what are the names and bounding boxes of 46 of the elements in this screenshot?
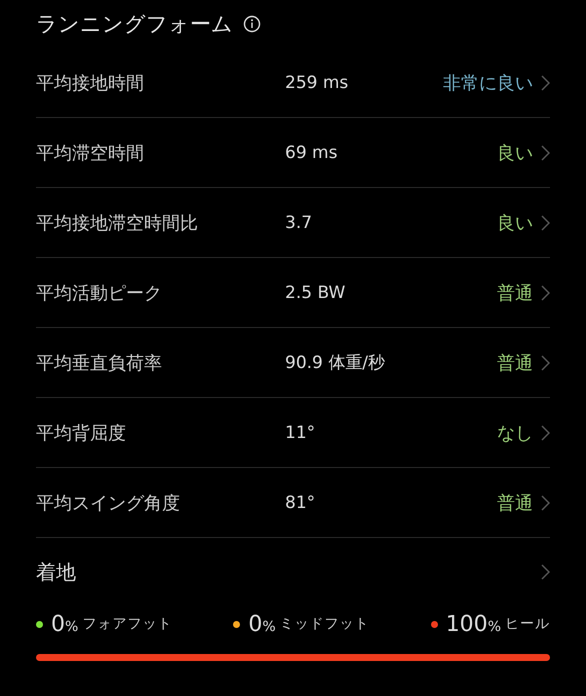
metric-label: 平均背屈度	[36, 422, 127, 444]
metric-label: 平均スイング角度	[36, 492, 181, 514]
metric-row[interactable]: 平均背屈度 11° なし	[36, 398, 550, 468]
rating-label: なし	[497, 422, 533, 444]
metric-row[interactable]: 平均接地時間 259 ms 非常に良い	[36, 48, 550, 118]
landing-label: 着地	[36, 558, 76, 586]
chevron-icon	[541, 354, 550, 370]
chevron-icon	[541, 284, 550, 300]
chevron-icon	[541, 214, 550, 230]
metric-label: 平均垂直負荷率	[36, 352, 163, 374]
metric-value: 3.7	[285, 212, 314, 232]
rating-label: 良い	[497, 142, 533, 164]
legend-label: ミッドフット	[280, 615, 370, 633]
metric-value: 2.5 BW	[285, 282, 346, 302]
metric-label: 平均活動ピーク	[36, 282, 163, 304]
metric-label: 平均接地時間	[36, 72, 145, 94]
metric-row[interactable]: 平均垂直負荷率 90.9 体重/秒 普通	[36, 328, 550, 398]
metric-value: 81°	[285, 492, 316, 512]
info-icon[interactable]	[243, 15, 261, 33]
metric-label: 平均滞空時間	[36, 142, 145, 164]
chevron-icon	[541, 424, 550, 440]
metric-value: 11°	[285, 422, 316, 442]
rating-label: 良い	[497, 212, 533, 234]
metric-row[interactable]: 平均スイング角度 81° 普通	[36, 468, 550, 538]
metric-value: 69 ms	[285, 142, 338, 162]
metric-row[interactable]: 平均滞空時間 69 ms 良い	[36, 118, 550, 188]
chevron-icon	[541, 494, 550, 510]
chevron-icon	[541, 564, 550, 580]
percent-value: 100%	[446, 612, 501, 636]
landing-row[interactable]: 着地	[36, 538, 550, 606]
chevron-icon	[541, 144, 550, 160]
rating-label: 普通	[497, 352, 533, 374]
metric-label: 平均接地滞空時間比	[36, 212, 199, 234]
rating-label: 非常に良い	[443, 72, 533, 94]
legend-label: ヒール	[505, 615, 550, 633]
metric-value: 259 ms	[285, 72, 350, 92]
metric-value: 90.9 体重/秒	[285, 352, 386, 374]
percent-value: 0%	[51, 612, 78, 636]
chevron-icon	[541, 74, 550, 90]
rating-label: 普通	[497, 282, 533, 304]
legend-label: フォアフット	[82, 615, 172, 633]
metric-row[interactable]: 平均接地滞空時間比 3.7 良い	[36, 188, 550, 258]
section-title: ランニングフォーム	[36, 11, 233, 38]
metric-row[interactable]: 平均活動ピーク 2.5 BW 普通	[36, 258, 550, 328]
percent-value: 0%	[248, 612, 276, 636]
rating-label: 普通	[497, 492, 533, 514]
